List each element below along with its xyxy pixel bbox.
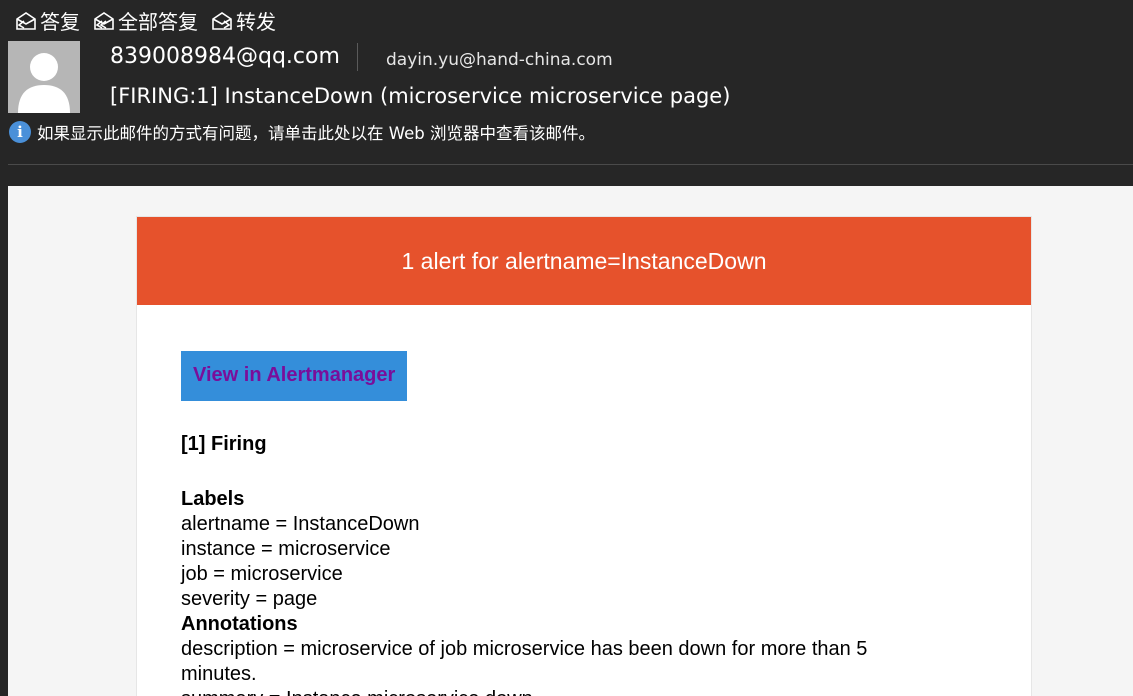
- email-body: 1 alert for alertname=InstanceDown View …: [8, 186, 1133, 696]
- label-item: alertname = InstanceDown: [181, 513, 420, 535]
- alert-banner: 1 alert for alertname=InstanceDown: [137, 217, 1031, 305]
- info-text: 如果显示此邮件的方式有问题，请单击此处以在 Web 浏览器中查看该邮件。: [37, 124, 595, 143]
- reply-label: 答复: [40, 9, 80, 34]
- mail-toolbar: 答复 全部答复 转发: [0, 0, 288, 40]
- alert-content: View in Alertmanager [1] Firing Labels a…: [137, 305, 1031, 696]
- forward-icon: [212, 12, 232, 30]
- view-in-alertmanager-button[interactable]: View in Alertmanager: [181, 351, 408, 401]
- labels-heading: Labels: [181, 488, 245, 510]
- annotation-item: summary = Instance microservice down: [181, 687, 941, 696]
- annotation-item: description = microservice of job micros…: [181, 638, 868, 685]
- forward-button[interactable]: 转发: [210, 6, 276, 35]
- alert-card: 1 alert for alertname=InstanceDown View …: [136, 216, 1032, 696]
- annotations-heading: Annotations: [181, 613, 298, 635]
- header-separator: [357, 43, 358, 71]
- forward-label: 转发: [236, 9, 276, 34]
- message-header: 839008984@qq.com dayin.yu@hand-china.com…: [0, 40, 1133, 166]
- info-icon: i: [9, 121, 31, 143]
- alert-title: 1 alert for alertname=InstanceDown: [401, 247, 767, 274]
- subject-line: [FIRING:1] InstanceDown (microservice mi…: [110, 84, 731, 108]
- reply-all-label: 全部答复: [118, 9, 198, 34]
- recipient-address[interactable]: dayin.yu@hand-china.com: [386, 50, 613, 70]
- avatar: [8, 41, 80, 113]
- reply-all-icon: [94, 12, 114, 30]
- reply-button[interactable]: 答复: [14, 6, 80, 35]
- label-item: instance = microservice: [181, 538, 391, 560]
- label-item: severity = page: [181, 588, 318, 610]
- sender-address[interactable]: 839008984@qq.com: [110, 44, 340, 69]
- view-in-browser-notice[interactable]: i 如果显示此邮件的方式有问题，请单击此处以在 Web 浏览器中查看该邮件。: [9, 120, 595, 144]
- reply-icon: [16, 12, 36, 30]
- header-divider: [8, 164, 1133, 165]
- firing-heading: [1] Firing: [181, 433, 267, 455]
- person-icon: [18, 53, 70, 113]
- reply-all-button[interactable]: 全部答复: [92, 6, 198, 35]
- label-item: job = microservice: [181, 563, 343, 585]
